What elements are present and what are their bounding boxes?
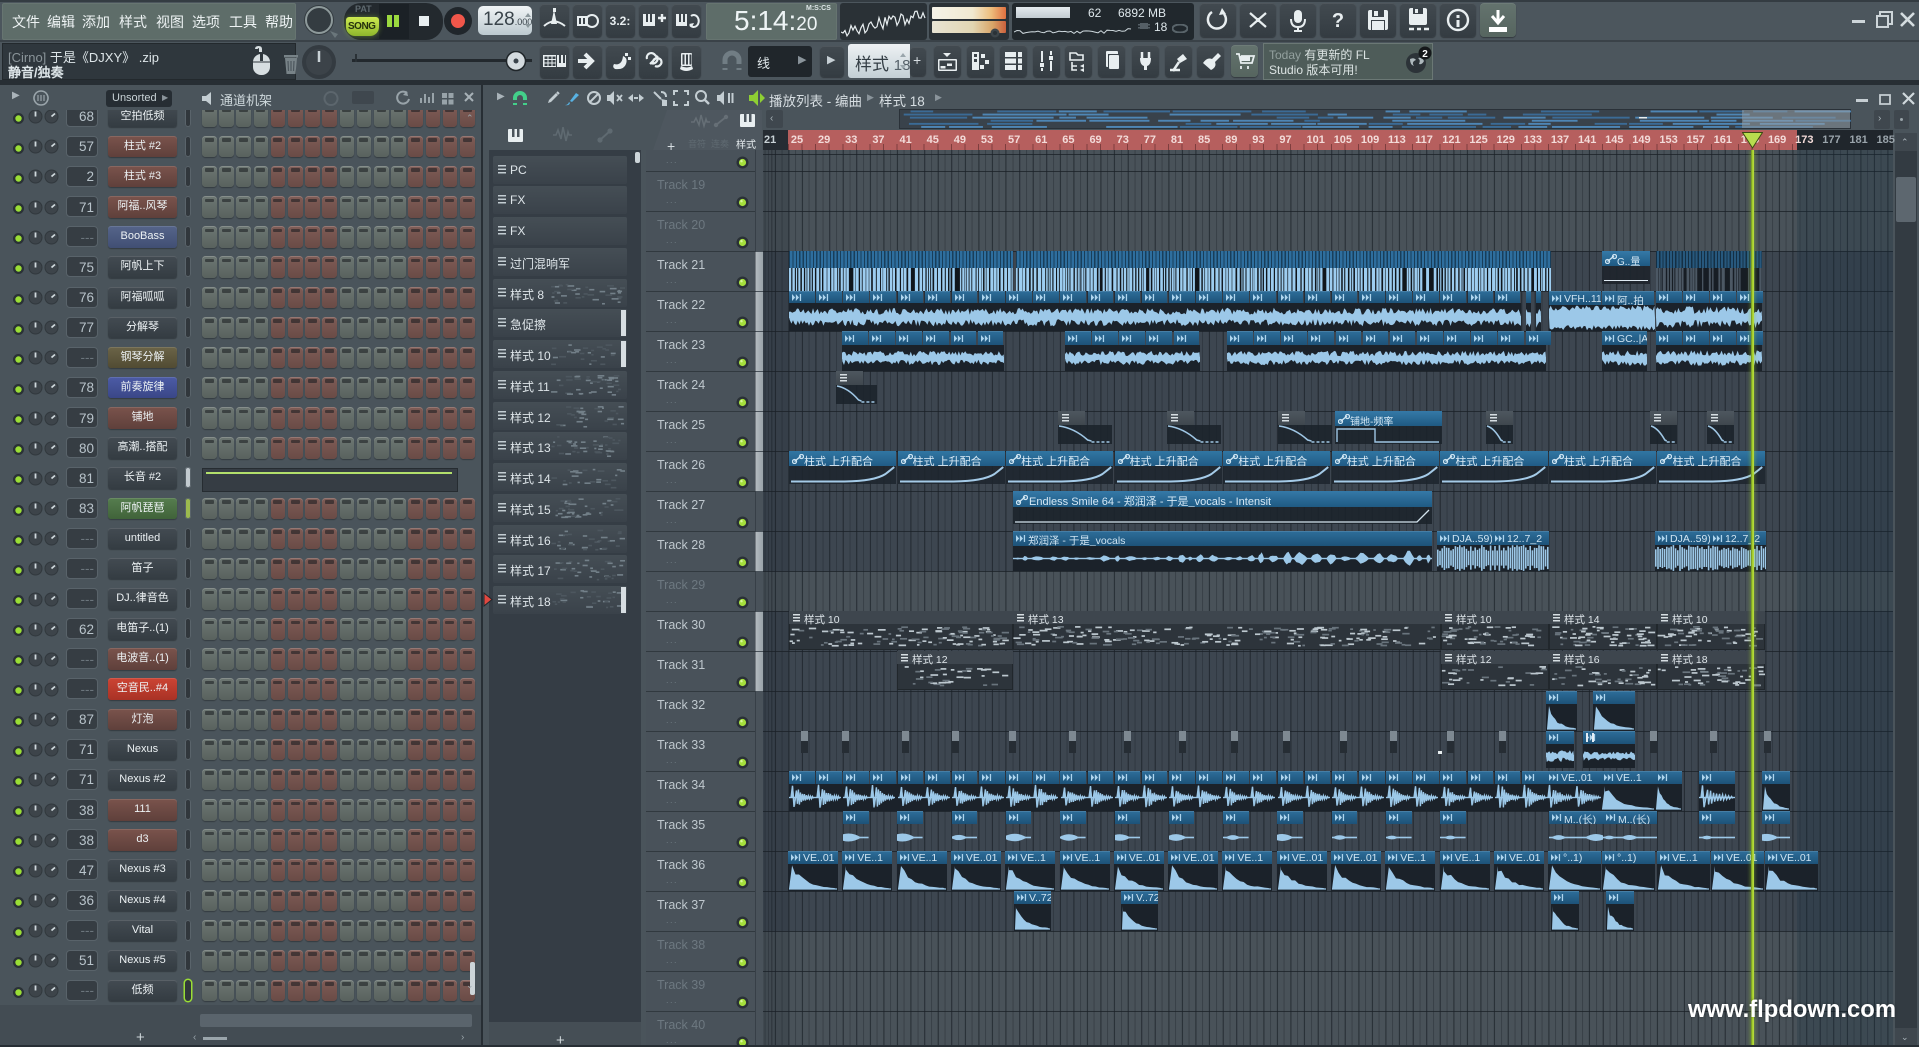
svg-text:?: ? bbox=[1332, 10, 1344, 32]
svg-text:2: 2 bbox=[1422, 49, 1428, 60]
svg-text:3.2:: 3.2: bbox=[610, 14, 631, 28]
